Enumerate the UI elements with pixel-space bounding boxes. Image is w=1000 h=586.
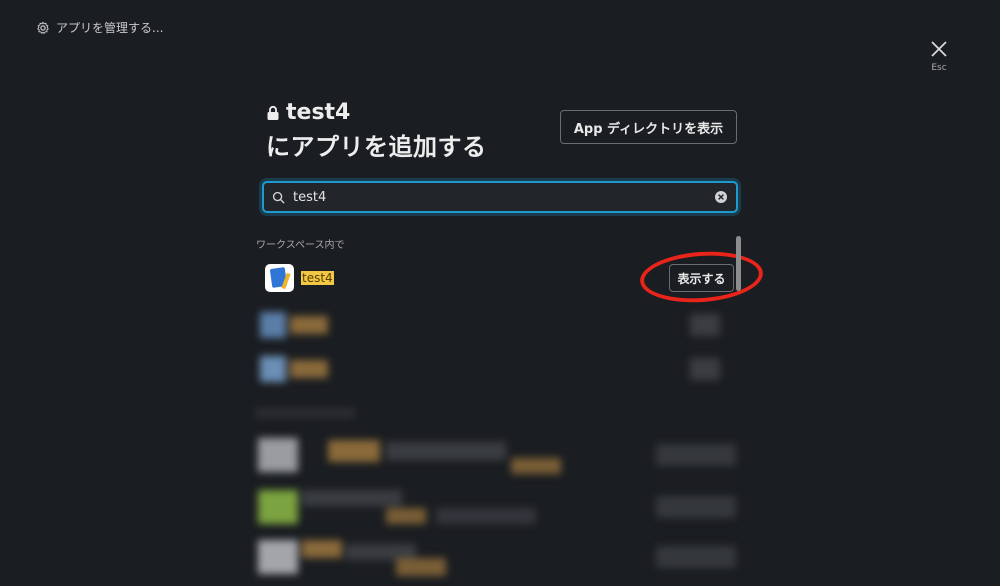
search-icon (272, 191, 285, 204)
gear-icon (37, 21, 49, 34)
blurred-list-item (256, 486, 746, 530)
show-app-button[interactable]: 表示する (669, 264, 734, 292)
close-button[interactable]: Esc (924, 40, 954, 73)
scrollbar[interactable] (736, 236, 741, 291)
esc-label: Esc (931, 63, 947, 73)
title-suffix: にアプリを追加する (266, 133, 487, 161)
blurred-list-item (258, 308, 738, 344)
blurred-list-item (256, 536, 746, 580)
blurred-list-item (256, 434, 746, 478)
blurred-section-label (255, 408, 355, 420)
close-icon (931, 41, 947, 57)
app-name: test4 (301, 271, 334, 285)
search-input[interactable] (293, 189, 714, 205)
app-directory-button[interactable]: App ディレクトリを表示 (560, 110, 737, 144)
manage-apps-label: アプリを管理する... (56, 21, 164, 35)
app-icon (265, 264, 294, 292)
channel-name: test4 (286, 100, 351, 125)
blurred-list-item (258, 354, 738, 390)
manage-apps-link[interactable]: アプリを管理する... (36, 19, 163, 36)
section-label: ワークスペース内で (256, 240, 345, 251)
search-field (262, 181, 738, 213)
modal-title: test4 にアプリを追加する (266, 100, 487, 162)
clear-search-icon[interactable] (714, 190, 728, 204)
lock-icon (267, 105, 279, 120)
